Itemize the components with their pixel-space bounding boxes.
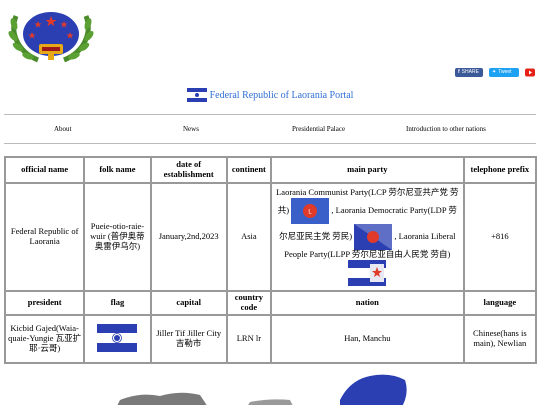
header-nation: nation — [270, 291, 464, 315]
twitter-icon: ✦ — [492, 69, 497, 75]
cell-language: Chinese(hans is main), Newlian — [463, 315, 536, 363]
header-continent: continent — [226, 157, 271, 183]
llpp-flag-icon — [348, 259, 387, 286]
lcp-flag-icon: L — [291, 198, 330, 224]
nav-other-nations[interactable]: Introduction to other nations — [406, 125, 486, 133]
nav-presidential-palace[interactable]: Presidential Palace — [292, 125, 345, 133]
cell-folk-name: Pueie-otio-raie-wuir (普伊奥蒂奥雷伊乌尔) — [84, 183, 151, 291]
cell-flag — [84, 315, 151, 363]
facebook-share-label: SHARE — [461, 69, 479, 75]
cell-continent: Asia — [226, 183, 271, 291]
facebook-icon: f — [458, 69, 460, 75]
social-share-bar: f SHARE ✦ Tweet — [455, 68, 535, 77]
cell-telephone: +816 — [463, 183, 536, 291]
header-president: president — [5, 291, 85, 315]
cell-president: Kicbid Gajed(Waia-quaie-Yungie 瓦亚扩耶·云哥) — [5, 315, 85, 363]
header-country-code: country code — [226, 291, 271, 315]
header-flag: flag — [84, 291, 151, 315]
cell-main-party: Laorania Communist Party(LCP 劳尔尼亚共产党 劳共)… — [270, 183, 464, 291]
country-map-image — [117, 374, 407, 405]
national-emblem — [8, 12, 94, 63]
twitter-tweet-button[interactable]: ✦ Tweet — [489, 68, 519, 77]
nav-news[interactable]: News — [183, 125, 199, 133]
nav-about[interactable]: About — [54, 125, 72, 133]
portal-header: Federal Republic of Laorania Portal — [0, 88, 540, 102]
header-capital: capital — [150, 291, 227, 315]
header-telephone: telephone prefix — [463, 157, 536, 183]
facebook-share-button[interactable]: f SHARE — [455, 68, 483, 77]
cell-country-code: LRN lr — [226, 315, 271, 363]
ldp-flag-icon — [354, 224, 393, 250]
header-main-party: main party — [270, 157, 464, 183]
country-info-table: official name folk name date of establis… — [4, 156, 537, 364]
header-date: date of establishment — [150, 157, 227, 183]
header-folk-name: folk name — [84, 157, 151, 183]
cell-nation: Han, Manchu — [270, 315, 464, 363]
youtube-icon[interactable] — [525, 68, 535, 77]
header-official-name: official name — [5, 157, 85, 183]
header-language: language — [463, 291, 536, 315]
laorania-flag-icon — [186, 88, 207, 102]
cell-capital: Jiller Tif Jiller City 吉勒市 — [150, 315, 227, 363]
cell-date: January,2nd,2023 — [150, 183, 227, 291]
cell-official-name: Federal Republic of Laorania — [5, 183, 85, 291]
portal-title-link[interactable]: Federal Republic of Laorania Portal — [210, 90, 354, 101]
twitter-tweet-label: Tweet — [498, 69, 512, 75]
national-flag-image — [97, 323, 138, 352]
main-navigation: About News Presidential Palace Introduct… — [4, 114, 536, 144]
